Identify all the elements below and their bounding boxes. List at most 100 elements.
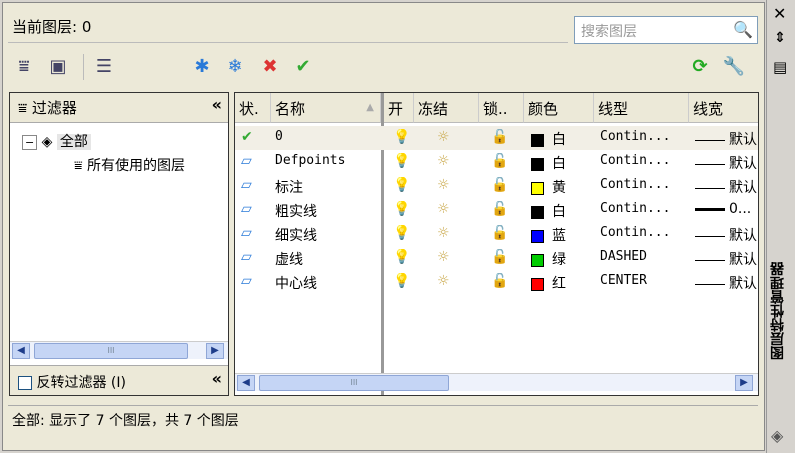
collapse-icon[interactable]: « <box>212 95 222 114</box>
close-icon[interactable]: ✕ <box>773 4 786 23</box>
sun-thawed-icon[interactable]: ☼ <box>437 153 450 169</box>
layer-color[interactable]: 蓝 <box>531 225 566 245</box>
linetype[interactable]: Contin... <box>600 129 670 144</box>
sun-thawed-icon[interactable]: ☼ <box>437 225 450 241</box>
layer-color[interactable]: 黄 <box>531 177 566 197</box>
sort-asc-icon: ▲ <box>366 102 374 113</box>
unlock-icon[interactable]: 🔓 <box>491 129 508 145</box>
layer-color[interactable]: 红 <box>531 273 566 293</box>
invert-filter-checkbox[interactable] <box>18 376 32 390</box>
layer-name[interactable]: 细实线 <box>275 225 317 245</box>
column-header-freeze[interactable]: 冻结 <box>414 93 479 123</box>
lightbulb-on-icon[interactable]: 💡 <box>393 249 410 265</box>
column-header-status[interactable]: 状. <box>235 93 271 123</box>
layer-color[interactable]: 绿 <box>531 249 566 269</box>
scroll-left-button[interactable]: ◀ <box>237 375 255 391</box>
layer-status-icon: ▱ <box>241 249 252 265</box>
layer-name[interactable]: 0 <box>275 129 283 144</box>
search-layer-input[interactable]: 搜索图层 🔍 <box>574 16 758 44</box>
lineweight[interactable]: 默认 <box>695 129 757 149</box>
unlock-icon[interactable]: 🔓 <box>491 201 508 217</box>
settings-wrench-icon[interactable]: 🔧 <box>722 56 746 77</box>
lightbulb-on-icon[interactable]: 💡 <box>393 177 410 193</box>
set-current-icon[interactable]: ✔ <box>291 56 315 77</box>
lineweight[interactable]: 默认 <box>695 249 757 269</box>
refresh-icon[interactable]: ⟳ <box>688 56 712 77</box>
lightbulb-on-icon[interactable]: 💡 <box>393 273 410 289</box>
layer-name[interactable]: 虚线 <box>275 249 303 269</box>
layer-name[interactable]: Defpoints <box>275 153 345 168</box>
invert-filter-label: 反转过滤器 (I) <box>36 375 126 391</box>
color-name: 白 <box>552 132 566 148</box>
lineweight[interactable]: 0... <box>695 201 757 217</box>
lineweight[interactable]: 默认 <box>695 273 757 293</box>
sun-thawed-icon[interactable]: ☼ <box>437 177 450 193</box>
lightbulb-on-icon[interactable]: 💡 <box>393 201 410 217</box>
column-header-color[interactable]: 颜色 <box>524 93 594 123</box>
lineweight[interactable]: 默认 <box>695 177 757 197</box>
column-header-on[interactable]: 开 <box>384 93 414 123</box>
lightbulb-on-icon[interactable]: 💡 <box>393 225 410 241</box>
column-header-name[interactable]: 名称 ▲ <box>271 93 381 123</box>
new-layer-vp-frozen-icon[interactable]: ❄ <box>223 56 247 77</box>
unlock-icon[interactable]: 🔓 <box>491 273 508 289</box>
scroll-right-button[interactable]: ▶ <box>735 375 753 391</box>
layer-color[interactable]: 白 <box>531 201 566 221</box>
linetype[interactable]: Contin... <box>600 225 670 240</box>
column-header-lineweight[interactable]: 线宽 <box>689 93 758 123</box>
layer-name[interactable]: 中心线 <box>275 273 317 293</box>
sun-thawed-icon[interactable]: ☼ <box>437 273 450 289</box>
linetype[interactable]: Contin... <box>600 201 670 216</box>
layer-row[interactable]: ▱ 标注 💡 ☼ 🔓 黄 Contin... 默认 <box>235 174 758 198</box>
lineweight[interactable]: 默认 <box>695 153 757 173</box>
auto-hide-icon[interactable]: ⇕ <box>774 30 786 46</box>
layer-row[interactable]: ▱ 虚线 💡 ☼ 🔓 绿 DASHED 默认 <box>235 246 758 270</box>
color-swatch <box>531 277 544 291</box>
layer-color[interactable]: 白 <box>531 153 566 173</box>
tree-item-used-layers[interactable]: ⩸ 所有使用的图层 <box>74 155 185 175</box>
delete-layer-icon[interactable]: ✖ <box>258 56 282 77</box>
layer-name[interactable]: 粗实线 <box>275 201 317 221</box>
properties-menu-icon[interactable]: ▤ <box>773 58 787 76</box>
linetype[interactable]: Contin... <box>600 153 670 168</box>
linetype[interactable]: DASHED <box>600 249 647 264</box>
column-header-lock[interactable]: 锁.. <box>479 93 524 123</box>
lineweight[interactable]: 默认 <box>695 225 757 245</box>
unlock-icon[interactable]: 🔓 <box>491 153 508 169</box>
column-header-linetype[interactable]: 线型 <box>594 93 689 123</box>
layer-row[interactable]: ▱ Defpoints 💡 ☼ 🔓 白 Contin... 默认 <box>235 150 758 174</box>
scroll-right-button[interactable]: ▶ <box>206 343 224 359</box>
new-group-filter-icon[interactable]: ▣ <box>46 56 70 77</box>
color-name: 黄 <box>552 180 566 196</box>
filter-hscrollbar[interactable]: ◀ III ▶ <box>10 341 228 359</box>
sun-thawed-icon[interactable]: ☼ <box>437 201 450 217</box>
scroll-thumb[interactable]: III <box>259 375 449 391</box>
layer-row[interactable]: ▱ 中心线 💡 ☼ 🔓 红 CENTER 默认 <box>235 270 758 294</box>
unlock-icon[interactable]: 🔓 <box>491 177 508 193</box>
linetype[interactable]: Contin... <box>600 177 670 192</box>
sun-thawed-icon[interactable]: ☼ <box>437 249 450 265</box>
layer-row[interactable]: ▱ 细实线 💡 ☼ 🔓 蓝 Contin... 默认 <box>235 222 758 246</box>
tree-item-all[interactable]: − ◈ 全部 <box>22 131 91 151</box>
collapse-icon[interactable]: « <box>212 369 222 388</box>
collapse-tree-icon[interactable]: − <box>22 135 38 150</box>
layer-name[interactable]: 标注 <box>275 177 303 197</box>
new-layer-icon[interactable]: ✱ <box>190 56 214 77</box>
scroll-left-button[interactable]: ◀ <box>12 343 30 359</box>
sun-thawed-icon[interactable]: ☼ <box>437 129 450 145</box>
lineweight-sample <box>695 139 725 141</box>
layer-row[interactable]: ✔ 0 💡 ☼ 🔓 白 Contin... 默认 <box>235 126 758 150</box>
unlock-icon[interactable]: 🔓 <box>491 225 508 241</box>
unlock-icon[interactable]: 🔓 <box>491 249 508 265</box>
new-property-filter-icon[interactable]: ⩸ <box>12 56 36 77</box>
layer-row[interactable]: ▱ 粗实线 💡 ☼ 🔓 白 Contin... 0... <box>235 198 758 222</box>
search-icon[interactable]: 🔍 <box>733 20 753 39</box>
grid-hscrollbar[interactable]: ◀ III ▶ <box>235 373 758 391</box>
lightbulb-on-icon[interactable]: 💡 <box>393 153 410 169</box>
scroll-thumb[interactable]: III <box>34 343 188 359</box>
layer-color[interactable]: 白 <box>531 129 566 149</box>
lightbulb-on-icon[interactable]: 💡 <box>393 129 410 145</box>
linetype[interactable]: CENTER <box>600 273 647 288</box>
layer-states-manager-icon[interactable]: ☰ <box>92 56 116 77</box>
layers-icon: ◈ <box>41 134 53 150</box>
